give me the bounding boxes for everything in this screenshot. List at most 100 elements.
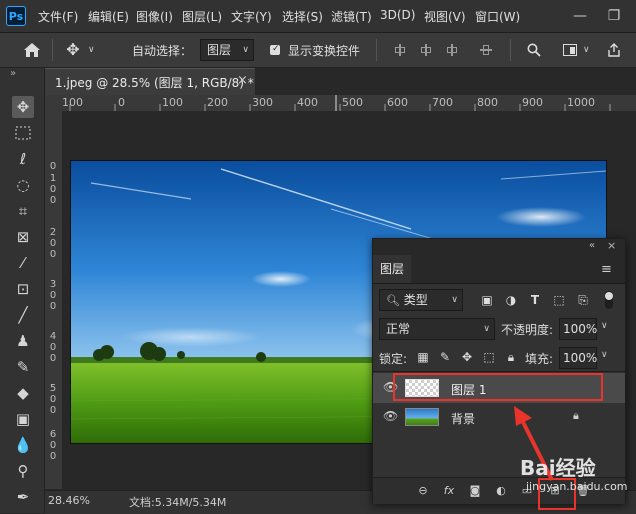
separator xyxy=(376,39,377,61)
collapse-arrows-icon[interactable]: » xyxy=(10,68,16,79)
opacity-label: 不透明度: xyxy=(501,323,554,337)
link-icon[interactable]: ⊖ xyxy=(415,484,431,498)
ruler-label: 4 0 0 xyxy=(49,331,57,364)
chevron-down-icon: ∨ xyxy=(483,324,490,334)
close-panel-icon[interactable]: × xyxy=(607,239,616,252)
gradient-tool-icon[interactable]: ▣ xyxy=(12,408,34,430)
blur-tool-icon[interactable]: 💧 xyxy=(12,434,34,456)
pen-tool-icon[interactable]: ✒ xyxy=(12,486,34,508)
align-top-icon[interactable] xyxy=(480,44,492,56)
filter-kind-dropdown[interactable]: 🔍︎ 类型 ∨ xyxy=(379,289,463,311)
menu-3d[interactable]: 3D(D) xyxy=(380,8,415,22)
brush-tool-icon[interactable]: ╱ xyxy=(12,304,34,326)
chevron-down-icon[interactable]: ∨ xyxy=(88,45,95,55)
mask-icon[interactable]: ◙ xyxy=(467,484,483,498)
vertical-ruler: 0 1 0 0 2 0 0 3 0 0 4 0 0 5 0 0 6 0 0 xyxy=(45,111,63,489)
filter-smart-object-icon[interactable]: ⎘ xyxy=(575,292,591,308)
filter-adjustment-icon[interactable]: ◑ xyxy=(503,292,519,308)
filter-shape-icon[interactable]: ⬚ xyxy=(551,292,567,308)
fill-input[interactable]: 100% xyxy=(559,347,597,369)
tab-layers[interactable]: 图层 xyxy=(373,255,411,283)
horizontal-ruler: 100 0 100 200 300 400 500 600 700 800 90… xyxy=(62,95,636,112)
layer-name[interactable]: 背景 xyxy=(451,410,475,427)
separator xyxy=(52,39,53,61)
ruler-label: 5 0 0 xyxy=(49,383,57,416)
ruler-label: 2 0 0 xyxy=(49,227,57,260)
stamp-tool-icon[interactable]: ♟ xyxy=(12,330,34,352)
menu-layer[interactable]: 图层(L) xyxy=(182,8,222,25)
menu-view[interactable]: 视图(V) xyxy=(424,8,466,25)
marquee-tool-icon[interactable] xyxy=(12,122,34,144)
workspace-icon[interactable] xyxy=(560,33,580,68)
ruler-label: 100 xyxy=(162,96,183,109)
layer-row[interactable]: 👁︎ 背景 🔒︎ xyxy=(373,403,625,431)
filter-pixel-icon[interactable]: ▣ xyxy=(479,292,495,308)
annotation-highlight-box xyxy=(393,373,603,401)
show-transform-label: 显示变换控件 xyxy=(288,44,361,58)
lasso-tool-icon[interactable]: ℓ xyxy=(12,148,34,170)
restore-button[interactable]: ❐ xyxy=(604,6,624,26)
filter-kind-value: 类型 xyxy=(403,293,428,307)
lock-all-icon[interactable]: 🔒︎ xyxy=(503,349,519,365)
layer-thumbnail[interactable] xyxy=(405,408,439,426)
document-tab[interactable]: 1.jpeg @ 28.5% (图层 1, RGB/8) * × xyxy=(45,68,255,95)
search-icon[interactable] xyxy=(524,33,544,71)
chevron-down-icon[interactable]: ∨ xyxy=(601,350,608,360)
menu-edit[interactable]: 编辑(E) xyxy=(88,8,129,25)
photoshop-logo[interactable]: Ps xyxy=(6,6,26,26)
ruler-corner xyxy=(45,95,62,111)
menu-type[interactable]: 文字(Y) xyxy=(231,8,272,25)
dodge-tool-icon[interactable]: ⚲ xyxy=(12,460,34,482)
lock-position-icon[interactable]: ✥ xyxy=(459,349,475,365)
document-tab-title: 1.jpeg @ 28.5% (图层 1, RGB/8) * xyxy=(55,76,254,90)
options-bar: ✥ ∨ 自动选择： 图层 ∨ 显示变换控件 ∨ xyxy=(0,33,636,88)
menu-window[interactable]: 窗口(W) xyxy=(475,8,520,25)
quick-select-tool-icon[interactable]: ◌ xyxy=(12,174,34,196)
align-left-icon[interactable] xyxy=(394,44,406,56)
visibility-eye-icon[interactable]: 👁︎ xyxy=(383,409,398,423)
fx-icon[interactable]: fx xyxy=(441,484,457,498)
panel-menu-icon[interactable]: ≡ xyxy=(601,262,612,277)
lock-transparent-icon[interactable]: ▦ xyxy=(415,349,431,365)
blend-mode-value: 正常 xyxy=(386,322,411,336)
ruler-label: 100 xyxy=(62,96,83,109)
lock-artboard-icon[interactable]: ⬚ xyxy=(481,349,497,365)
menu-filter[interactable]: 滤镜(T) xyxy=(331,8,372,25)
crop-tool-icon[interactable]: ⌗ xyxy=(12,200,34,222)
menu-image[interactable]: 图像(I) xyxy=(136,8,173,25)
filter-toggle[interactable] xyxy=(605,291,613,309)
opacity-input[interactable]: 100% xyxy=(559,318,597,340)
menu-file[interactable]: 文件(F) xyxy=(38,8,78,25)
chevron-down-icon[interactable]: ∨ xyxy=(601,321,608,331)
blend-mode-dropdown[interactable]: 正常 ∨ xyxy=(379,318,495,340)
document-size-info[interactable]: 文档:5.34M/5.34M xyxy=(129,494,226,510)
search-icon: 🔍︎ xyxy=(386,294,400,307)
auto-select-target-dropdown[interactable]: 图层 ∨ xyxy=(200,39,254,61)
minimize-button[interactable]: — xyxy=(570,6,590,26)
tab-close-icon[interactable]: × xyxy=(237,73,248,88)
align-right-icon[interactable] xyxy=(446,44,458,56)
frame-tool-icon[interactable]: ⊠ xyxy=(12,226,34,248)
ruler-label: 500 xyxy=(342,96,363,109)
ruler-label: 800 xyxy=(477,96,498,109)
history-brush-tool-icon[interactable]: ✎ xyxy=(12,356,34,378)
align-center-icon[interactable] xyxy=(420,44,432,56)
home-icon[interactable] xyxy=(20,33,44,70)
filter-type-icon[interactable]: T xyxy=(527,292,543,308)
chevron-down-icon[interactable]: ∨ xyxy=(583,45,590,55)
eraser-tool-icon[interactable]: ◆ xyxy=(12,382,34,404)
lock-image-icon[interactable]: ✎ xyxy=(437,349,453,365)
collapse-panel-icon[interactable]: « xyxy=(589,240,595,251)
share-icon[interactable] xyxy=(604,33,624,69)
chevron-down-icon: ∨ xyxy=(451,295,458,305)
ruler-label: 0 xyxy=(118,96,125,109)
ruler-label: 300 xyxy=(252,96,273,109)
move-tool-icon[interactable]: ✥ xyxy=(12,96,34,118)
menu-select[interactable]: 选择(S) xyxy=(282,8,323,25)
healing-tool-icon[interactable]: ⊡ xyxy=(12,278,34,300)
ruler-label: 600 xyxy=(387,96,408,109)
zoom-level[interactable]: 28.46% xyxy=(48,494,90,507)
show-transform-checkbox[interactable] xyxy=(270,44,280,55)
eyedropper-tool-icon[interactable]: ⁄ xyxy=(12,252,34,274)
move-tool-icon[interactable]: ✥ xyxy=(62,33,84,67)
